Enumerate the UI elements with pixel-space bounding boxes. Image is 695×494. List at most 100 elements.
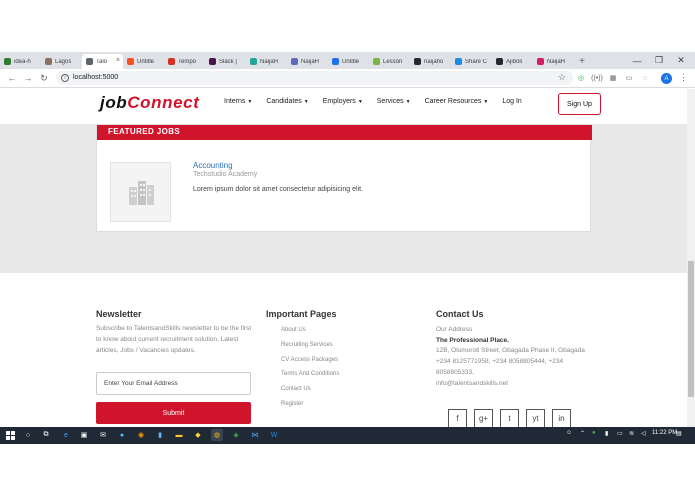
footer-link-recruiting-services[interactable]: Recruiting Services (281, 340, 339, 355)
tab-label: Untitle (137, 58, 155, 65)
chrome-icon[interactable]: ◍ (211, 429, 223, 441)
browser-tab[interactable]: NaijaH (533, 54, 574, 69)
browser-tab[interactable]: Untitle (123, 54, 164, 69)
wifi-icon[interactable]: ≋ (629, 430, 634, 437)
job-company: Techstudio Academy (193, 171, 258, 178)
tray-app-icon[interactable]: ● (592, 430, 596, 436)
browser-tab[interactable]: Talo × (82, 54, 123, 69)
profile-avatar[interactable]: A (661, 73, 672, 84)
bookmark-star-icon[interactable]: ☆ (558, 72, 566, 83)
job-title-link[interactable]: Accounting (193, 161, 233, 170)
extension-icon[interactable]: ▭ (624, 73, 634, 83)
battery-icon[interactable]: ▭ (617, 430, 623, 437)
browser-tab[interactable]: Ajiboli (492, 54, 533, 69)
footer-link-cv-access-packages[interactable]: CV Access Packages (281, 355, 339, 370)
sign-up-button[interactable]: Sign Up (558, 93, 601, 115)
tray-chevron-icon[interactable]: ⌃ (580, 430, 585, 437)
nav-links: Interns ▼ Candidates ▼ Employers ▼ Services ▼ Ca… (224, 98, 522, 105)
back-arrow-icon[interactable]: ← (6, 72, 18, 84)
tab-label: NaijaH (301, 58, 320, 65)
browser-tab[interactable]: Slack | (205, 54, 246, 69)
tab-close-icon[interactable]: × (116, 57, 120, 64)
word-icon[interactable]: W (268, 429, 280, 441)
extension-icon[interactable]: ▦ (608, 73, 618, 83)
reload-icon[interactable]: ↻ (38, 72, 50, 84)
people-icon[interactable]: ☺ (566, 430, 572, 436)
new-tab-button[interactable]: + (574, 54, 590, 69)
volume-icon[interactable]: ◁ (641, 430, 646, 437)
browser-tab[interactable]: naijaho (410, 54, 451, 69)
browser-tab[interactable]: Tempo (164, 54, 205, 69)
close-window-button[interactable]: ✕ (670, 52, 692, 69)
forward-arrow-icon[interactable]: → (22, 72, 34, 84)
page-scrollbar[interactable] (687, 89, 695, 427)
tab-label: Slack | (219, 58, 237, 65)
app-icon[interactable]: ● (116, 429, 128, 441)
newsletter-title: Newsletter (96, 309, 142, 319)
newsletter-email-input[interactable]: Enter Your Email Address (96, 372, 251, 395)
app-icon[interactable]: ◉ (135, 429, 147, 441)
extension-icon[interactable]: ◎ (576, 73, 586, 83)
tab-favicon-icon (209, 58, 216, 65)
clock-text[interactable]: 11:22 PM (652, 430, 677, 436)
notifications-icon[interactable]: ▤ (676, 430, 682, 437)
nav-item-interns[interactable]: Interns ▼ (224, 98, 252, 105)
facebook-icon[interactable]: f (448, 409, 467, 427)
submit-button[interactable]: Submit (96, 402, 251, 424)
restore-button[interactable]: ❐ (648, 52, 670, 69)
address-bar[interactable]: i localhost:5000 ☆ (56, 71, 573, 85)
browser-tab[interactable]: idea-h (0, 54, 41, 69)
site-logo[interactable]: jobConnect (100, 93, 200, 113)
tab-label: Share C (465, 58, 488, 65)
mail-icon[interactable]: ✉ (97, 429, 109, 441)
browser-tab[interactable]: Untitle (328, 54, 369, 69)
browser-tab[interactable]: NaijaH (287, 54, 328, 69)
nav-item-label: Services (376, 98, 404, 105)
tab-label: Untitle (342, 58, 360, 65)
app-icon[interactable]: ◆ (192, 429, 204, 441)
contact-email[interactable]: info@talentsandskills.net (436, 379, 586, 390)
search-icon[interactable]: ○ (22, 429, 34, 441)
tray-icon[interactable]: ▮ (605, 430, 608, 437)
app-icon[interactable]: ◈ (230, 429, 242, 441)
nav-item-career-resources[interactable]: Career Resources ▼ (425, 98, 489, 105)
windows-start-icon[interactable] (4, 429, 16, 441)
nav-item-employers[interactable]: Employers ▼ (323, 98, 363, 105)
linkedin-icon[interactable]: in (552, 409, 571, 427)
task-view-icon[interactable]: ⧉ (40, 429, 52, 441)
vscode-icon[interactable]: ⋈ (249, 429, 261, 441)
footer-link-contact-us[interactable]: Contact Us (281, 384, 339, 399)
tab-favicon-icon (537, 58, 544, 65)
footer-link-register[interactable]: Register (281, 399, 339, 414)
caret-down-icon: ▼ (357, 99, 363, 105)
featured-jobs-header: FEATURED JOBS (97, 125, 592, 140)
nav-item-log-in[interactable]: Log In (502, 98, 521, 105)
footer-link-terms-and-conditions[interactable]: Terms And Conditions (281, 369, 339, 384)
tab-favicon-icon (291, 58, 298, 65)
info-icon[interactable]: i (61, 74, 69, 82)
address-label: Our Address (436, 326, 473, 333)
tab-favicon-icon (414, 58, 421, 65)
edge-icon[interactable]: e (60, 429, 72, 441)
nav-item-label: Employers (322, 98, 356, 105)
browser-tab[interactable]: Lagos (41, 54, 82, 69)
nav-item-services[interactable]: Services ▼ (377, 98, 411, 105)
nav-item-candidates[interactable]: Candidates ▼ (266, 98, 308, 105)
store-icon[interactable]: ▣ (78, 429, 90, 441)
browser-tab[interactable]: Lesson (369, 54, 410, 69)
browser-tab[interactable]: NaijaH (246, 54, 287, 69)
footer-link-about-us[interactable]: About Us (281, 325, 339, 340)
browser-tab[interactable]: Share C (451, 54, 492, 69)
social-links: f g+ t yt in (448, 409, 578, 427)
youtube-icon[interactable]: yt (526, 409, 545, 427)
minimize-button[interactable]: — (626, 52, 648, 69)
tab-favicon-icon (373, 58, 380, 65)
folder-icon[interactable]: ▬ (173, 429, 185, 441)
scrollbar-thumb[interactable] (688, 261, 694, 397)
twitter-icon[interactable]: t (500, 409, 519, 427)
extension-icon[interactable]: ((•)) (591, 73, 603, 83)
google-plus-icon[interactable]: g+ (474, 409, 493, 427)
browser-menu-icon[interactable]: ⋮ (679, 72, 688, 83)
app-icon[interactable]: ▮ (154, 429, 166, 441)
extension-icon[interactable]: ◌ (640, 73, 650, 83)
